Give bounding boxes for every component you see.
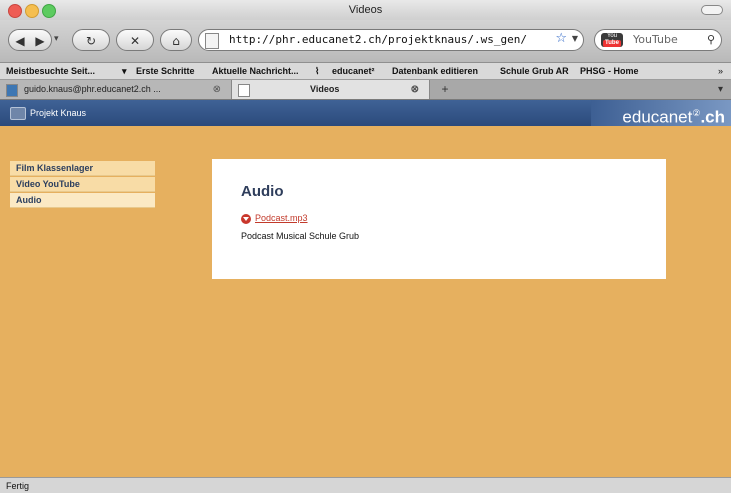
- download-icon: [241, 213, 251, 224]
- file-description: Podcast Musical Schule Grub: [241, 231, 360, 241]
- history-dropdown-icon[interactable]: ▾: [54, 34, 59, 44]
- podcast-link[interactable]: Podcast.mp3: [255, 213, 308, 223]
- tab-label: Videos: [310, 84, 340, 94]
- tab-favicon-icon: [6, 84, 18, 97]
- toolbar-toggle-button[interactable]: [701, 5, 723, 15]
- page-content: Film Klassenlager Video YouTube Audio Au…: [0, 126, 731, 477]
- tab-videos[interactable]: Videos ⊗: [232, 80, 430, 99]
- more-bookmarks-icon[interactable]: »: [718, 63, 723, 79]
- close-window-button[interactable]: [8, 4, 22, 18]
- tab-list-icon[interactable]: ▾: [718, 80, 723, 99]
- bookmark-most-visited[interactable]: Meistbesuchte Seit...: [6, 63, 95, 79]
- side-menu: Film Klassenlager Video YouTube Audio: [10, 161, 155, 209]
- bookmark-dropdown-icon[interactable]: ▾: [122, 63, 127, 79]
- bookmark-latest-news[interactable]: Aktuelle Nachricht...: [212, 63, 299, 79]
- search-input[interactable]: YouTube: [633, 30, 678, 50]
- url-text[interactable]: http://phr.educanet2.ch/projektknaus/.ws…: [229, 30, 527, 50]
- window-title: Videos: [348, 4, 383, 16]
- sidebar-item-audio[interactable]: Audio: [10, 193, 155, 208]
- address-bar[interactable]: http://phr.educanet2.ch/projektknaus/.ws…: [198, 29, 584, 51]
- educanet-logo[interactable]: educanet②.ch: [591, 100, 731, 127]
- bookmark-star-icon[interactable]: ☆: [555, 31, 567, 46]
- home-icon: ⌂: [172, 34, 180, 48]
- bookmark-educanet[interactable]: educanet²: [332, 63, 375, 79]
- sidebar-item-film-klassenlager[interactable]: Film Klassenlager: [10, 161, 155, 176]
- status-bar: Fertig: [0, 477, 731, 493]
- back-arrow-icon[interactable]: ◀: [10, 30, 30, 52]
- site-name[interactable]: Projekt Knaus: [30, 100, 86, 126]
- minimize-window-button[interactable]: [25, 4, 39, 18]
- bookmark-phsg-home[interactable]: PHSG - Home: [580, 63, 639, 79]
- reload-button[interactable]: ↻: [72, 29, 110, 51]
- close-tab-icon[interactable]: ⊗: [213, 80, 221, 99]
- tab-page-icon: [238, 84, 250, 97]
- page-icon: [205, 33, 219, 49]
- search-bar[interactable]: You Tube YouTube ⚲: [594, 29, 722, 51]
- site-header: Projekt Knaus educanet②.ch: [0, 100, 731, 127]
- download-row: Podcast.mp3: [241, 212, 308, 225]
- browser-window: Videos ◀ ▶ ▾ ↻ ✕ ⌂ http://phr.educanet2.c…: [0, 0, 731, 493]
- stop-icon: ✕: [129, 34, 141, 48]
- tab-strip: guido.knaus@phr.educanet2.ch ... ⊗ Video…: [0, 80, 731, 100]
- youtube-search-engine-icon[interactable]: You Tube: [601, 33, 623, 47]
- close-tab-icon[interactable]: ⊗: [411, 80, 419, 99]
- bookmark-database-edit[interactable]: Datenbank editieren: [392, 63, 478, 79]
- home-button[interactable]: ⌂: [160, 29, 192, 51]
- bookmark-first-steps[interactable]: Erste Schritte: [136, 63, 195, 79]
- tab-mail[interactable]: guido.knaus@phr.educanet2.ch ... ⊗: [0, 80, 232, 99]
- tab-label: guido.knaus@phr.educanet2.ch ...: [24, 84, 161, 94]
- page-title: Audio: [241, 183, 284, 200]
- search-icon[interactable]: ⚲: [707, 30, 715, 50]
- reload-icon: ↻: [85, 34, 97, 48]
- site-home-icon[interactable]: [10, 107, 26, 120]
- forward-arrow-icon[interactable]: ▶: [30, 30, 50, 52]
- url-dropdown-icon[interactable]: ▼: [572, 34, 578, 43]
- title-bar: Videos: [0, 0, 731, 20]
- stop-button[interactable]: ✕: [116, 29, 154, 51]
- status-text: Fertig: [6, 481, 30, 491]
- new-tab-button[interactable]: +: [434, 80, 456, 99]
- rss-icon: ⌇: [315, 66, 320, 76]
- zoom-window-button[interactable]: [42, 4, 56, 18]
- content-panel: Audio Podcast.mp3 Podcast Musical Schule…: [212, 159, 666, 279]
- bookmarks-bar: Meistbesuchte Seit... ▾ Erste Schritte A…: [0, 63, 731, 80]
- back-forward-buttons: ◀ ▶: [8, 29, 52, 51]
- bookmark-schule-grub[interactable]: Schule Grub AR: [500, 63, 569, 79]
- sidebar-item-video-youtube[interactable]: Video YouTube: [10, 177, 155, 192]
- navigation-toolbar: ◀ ▶ ▾ ↻ ✕ ⌂ http://phr.educanet2.ch/proje…: [0, 20, 731, 63]
